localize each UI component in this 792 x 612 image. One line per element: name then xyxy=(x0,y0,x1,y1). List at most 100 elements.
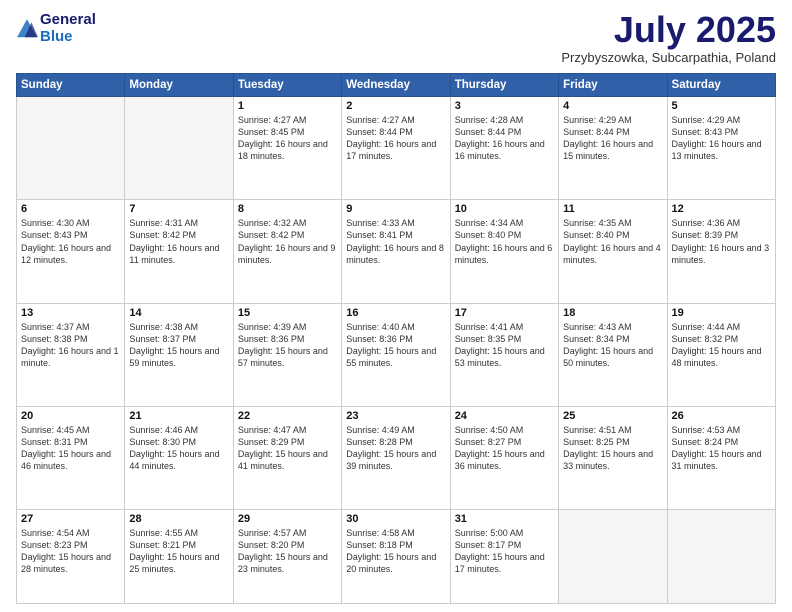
calendar-cell: 23 Sunrise: 4:49 AM Sunset: 8:28 PM Dayli… xyxy=(342,406,450,509)
day-number: 25 xyxy=(563,410,662,422)
day-number: 27 xyxy=(21,513,120,525)
day-number: 21 xyxy=(129,410,228,422)
day-detail: Sunrise: 4:46 AM Sunset: 8:30 PM Dayligh… xyxy=(129,424,228,473)
day-number: 22 xyxy=(238,410,337,422)
calendar-week-3: 20Sunrise: 4:45 AM Sunset: 8:31 PM Dayli… xyxy=(17,406,776,509)
logo: General Blue xyxy=(16,12,96,45)
day-detail: Sunrise: 4:50 AM Sunset: 8:27 PM Dayligh… xyxy=(455,424,554,473)
calendar-cell: 5Sunrise: 4:29 AM Sunset: 8:43 PM Daylig… xyxy=(667,97,775,200)
day-detail: Sunrise: 4:55 AM Sunset: 8:21 PM Dayligh… xyxy=(129,527,228,576)
calendar-cell: 24 Sunrise: 4:50 AM Sunset: 8:27 PM Dayli… xyxy=(450,406,558,509)
calendar-dow-tuesday: Tuesday xyxy=(233,74,341,97)
calendar-cell: 29Sunrise: 4:57 AM Sunset: 8:20 PM Dayli… xyxy=(233,510,341,604)
calendar-week-4: 27 Sunrise: 4:54 AM Sunset: 8:23 PM Dayli… xyxy=(17,510,776,604)
calendar-cell: 16 Sunrise: 4:40 AM Sunset: 8:36 PM Dayli… xyxy=(342,303,450,406)
day-detail: Sunrise: 4:57 AM Sunset: 8:20 PM Dayligh… xyxy=(238,527,337,576)
day-detail: Sunrise: 4:27 AM Sunset: 8:44 PM Dayligh… xyxy=(346,114,445,163)
calendar-week-2: 13Sunrise: 4:37 AM Sunset: 8:38 PM Dayli… xyxy=(17,303,776,406)
calendar-cell: 6 Sunrise: 4:30 AM Sunset: 8:43 PM Daylig… xyxy=(17,200,125,303)
day-number: 23 xyxy=(346,410,445,422)
calendar-dow-wednesday: Wednesday xyxy=(342,74,450,97)
calendar-cell: 22 Sunrise: 4:47 AM Sunset: 8:29 PM Dayli… xyxy=(233,406,341,509)
day-number: 28 xyxy=(129,513,228,525)
day-detail: Sunrise: 4:30 AM Sunset: 8:43 PM Dayligh… xyxy=(21,217,120,266)
day-detail: Sunrise: 4:51 AM Sunset: 8:25 PM Dayligh… xyxy=(563,424,662,473)
day-detail: Sunrise: 4:49 AM Sunset: 8:28 PM Dayligh… xyxy=(346,424,445,473)
day-detail: Sunrise: 4:35 AM Sunset: 8:40 PM Dayligh… xyxy=(563,217,662,266)
day-number: 16 xyxy=(346,307,445,319)
day-detail: Sunrise: 4:33 AM Sunset: 8:41 PM Dayligh… xyxy=(346,217,445,266)
calendar-cell: 20Sunrise: 4:45 AM Sunset: 8:31 PM Dayli… xyxy=(17,406,125,509)
day-number: 12 xyxy=(672,203,771,215)
calendar-cell: 14 Sunrise: 4:38 AM Sunset: 8:37 PM Dayli… xyxy=(125,303,233,406)
day-detail: Sunrise: 4:43 AM Sunset: 8:34 PM Dayligh… xyxy=(563,321,662,370)
day-detail: Sunrise: 4:36 AM Sunset: 8:39 PM Dayligh… xyxy=(672,217,771,266)
day-number: 6 xyxy=(21,203,120,215)
page: General Blue July 2025 Przybyszowka, Sub… xyxy=(0,0,792,612)
title-block: July 2025 Przybyszowka, Subcarpathia, Po… xyxy=(561,12,776,65)
calendar-cell: 17Sunrise: 4:41 AM Sunset: 8:35 PM Dayli… xyxy=(450,303,558,406)
calendar-cell: 11 Sunrise: 4:35 AM Sunset: 8:40 PM Dayli… xyxy=(559,200,667,303)
day-number: 17 xyxy=(455,307,554,319)
day-number: 1 xyxy=(238,100,337,112)
calendar-cell: 7 Sunrise: 4:31 AM Sunset: 8:42 PM Daylig… xyxy=(125,200,233,303)
calendar-cell: 19Sunrise: 4:44 AM Sunset: 8:32 PM Dayli… xyxy=(667,303,775,406)
calendar-header-row: SundayMondayTuesdayWednesdayThursdayFrid… xyxy=(17,74,776,97)
day-detail: Sunrise: 4:29 AM Sunset: 8:43 PM Dayligh… xyxy=(672,114,771,163)
day-number: 24 xyxy=(455,410,554,422)
calendar-cell: 25 Sunrise: 4:51 AM Sunset: 8:25 PM Dayli… xyxy=(559,406,667,509)
day-number: 13 xyxy=(21,307,120,319)
calendar-cell: 8 Sunrise: 4:32 AM Sunset: 8:42 PM Daylig… xyxy=(233,200,341,303)
day-detail: Sunrise: 4:53 AM Sunset: 8:24 PM Dayligh… xyxy=(672,424,771,473)
calendar-cell: 12 Sunrise: 4:36 AM Sunset: 8:39 PM Dayli… xyxy=(667,200,775,303)
calendar-cell: 4Sunrise: 4:29 AM Sunset: 8:44 PM Daylig… xyxy=(559,97,667,200)
calendar-cell: 26Sunrise: 4:53 AM Sunset: 8:24 PM Dayli… xyxy=(667,406,775,509)
day-number: 15 xyxy=(238,307,337,319)
day-number: 11 xyxy=(563,203,662,215)
calendar-cell: 30Sunrise: 4:58 AM Sunset: 8:18 PM Dayli… xyxy=(342,510,450,604)
day-number: 3 xyxy=(455,100,554,112)
calendar-cell: 1 Sunrise: 4:27 AM Sunset: 8:45 PM Daylig… xyxy=(233,97,341,200)
day-detail: Sunrise: 4:38 AM Sunset: 8:37 PM Dayligh… xyxy=(129,321,228,370)
calendar-dow-thursday: Thursday xyxy=(450,74,558,97)
month-title: July 2025 xyxy=(561,12,776,48)
day-detail: Sunrise: 4:27 AM Sunset: 8:45 PM Dayligh… xyxy=(238,114,337,163)
day-number: 31 xyxy=(455,513,554,525)
calendar-cell: 15Sunrise: 4:39 AM Sunset: 8:36 PM Dayli… xyxy=(233,303,341,406)
location: Przybyszowka, Subcarpathia, Poland xyxy=(561,50,776,65)
day-detail: Sunrise: 4:32 AM Sunset: 8:42 PM Dayligh… xyxy=(238,217,337,266)
calendar-week-1: 6 Sunrise: 4:30 AM Sunset: 8:43 PM Daylig… xyxy=(17,200,776,303)
day-detail: Sunrise: 4:29 AM Sunset: 8:44 PM Dayligh… xyxy=(563,114,662,163)
calendar-cell: 10Sunrise: 4:34 AM Sunset: 8:40 PM Dayli… xyxy=(450,200,558,303)
calendar-cell: 9 Sunrise: 4:33 AM Sunset: 8:41 PM Daylig… xyxy=(342,200,450,303)
calendar-cell: 13Sunrise: 4:37 AM Sunset: 8:38 PM Dayli… xyxy=(17,303,125,406)
logo-text: General Blue xyxy=(40,12,96,45)
day-detail: Sunrise: 4:47 AM Sunset: 8:29 PM Dayligh… xyxy=(238,424,337,473)
day-number: 7 xyxy=(129,203,228,215)
calendar-cell: 31 Sunrise: 5:00 AM Sunset: 8:17 PM Dayli… xyxy=(450,510,558,604)
day-detail: Sunrise: 4:28 AM Sunset: 8:44 PM Dayligh… xyxy=(455,114,554,163)
logo-icon xyxy=(16,18,38,40)
day-number: 14 xyxy=(129,307,228,319)
calendar-cell: 28 Sunrise: 4:55 AM Sunset: 8:21 PM Dayli… xyxy=(125,510,233,604)
calendar-cell xyxy=(667,510,775,604)
day-number: 18 xyxy=(563,307,662,319)
calendar-cell: 3 Sunrise: 4:28 AM Sunset: 8:44 PM Daylig… xyxy=(450,97,558,200)
calendar-dow-friday: Friday xyxy=(559,74,667,97)
calendar-dow-monday: Monday xyxy=(125,74,233,97)
header: General Blue July 2025 Przybyszowka, Sub… xyxy=(16,12,776,65)
calendar-cell xyxy=(125,97,233,200)
day-detail: Sunrise: 4:40 AM Sunset: 8:36 PM Dayligh… xyxy=(346,321,445,370)
calendar-cell: 27 Sunrise: 4:54 AM Sunset: 8:23 PM Dayli… xyxy=(17,510,125,604)
day-number: 8 xyxy=(238,203,337,215)
day-detail: Sunrise: 4:54 AM Sunset: 8:23 PM Dayligh… xyxy=(21,527,120,576)
day-detail: Sunrise: 4:31 AM Sunset: 8:42 PM Dayligh… xyxy=(129,217,228,266)
day-number: 2 xyxy=(346,100,445,112)
calendar-week-0: 1 Sunrise: 4:27 AM Sunset: 8:45 PM Daylig… xyxy=(17,97,776,200)
calendar-dow-saturday: Saturday xyxy=(667,74,775,97)
day-detail: Sunrise: 5:00 AM Sunset: 8:17 PM Dayligh… xyxy=(455,527,554,576)
calendar-cell: 21 Sunrise: 4:46 AM Sunset: 8:30 PM Dayli… xyxy=(125,406,233,509)
day-number: 10 xyxy=(455,203,554,215)
day-number: 9 xyxy=(346,203,445,215)
day-number: 20 xyxy=(21,410,120,422)
